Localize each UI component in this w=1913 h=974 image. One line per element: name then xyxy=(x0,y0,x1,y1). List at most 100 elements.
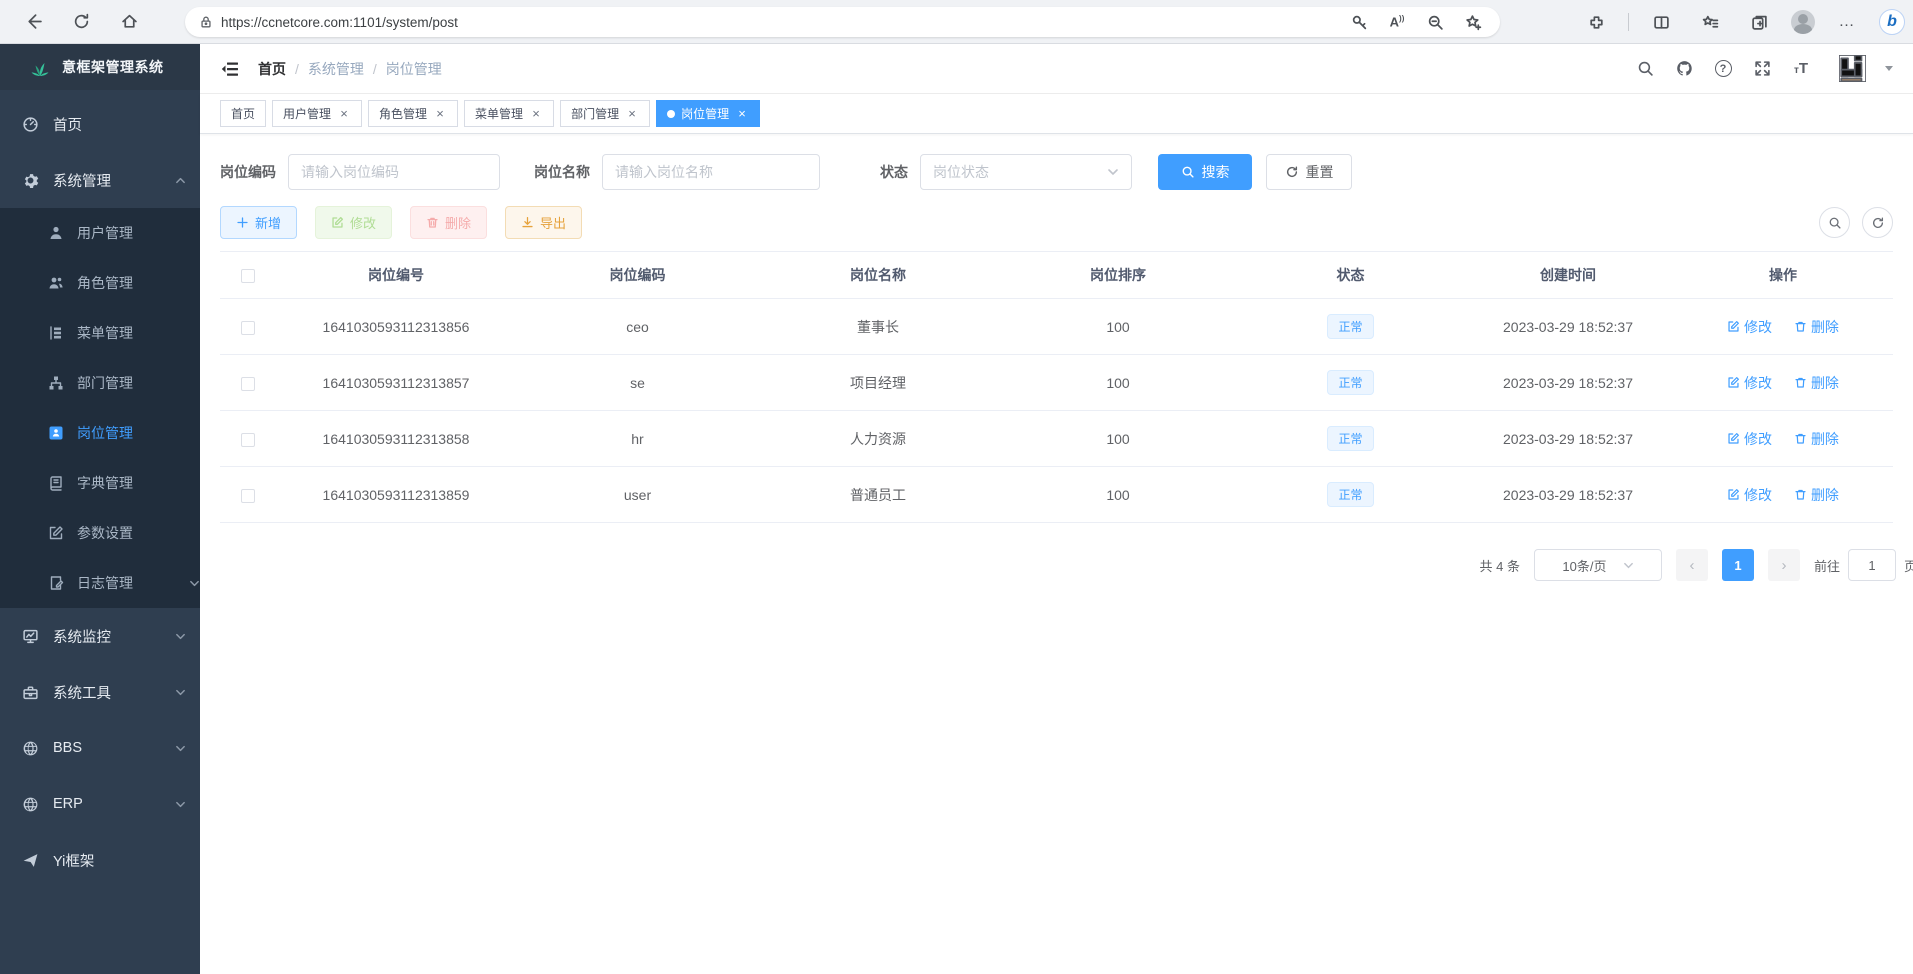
row-checkbox[interactable] xyxy=(241,377,255,391)
add-button[interactable]: 新增 xyxy=(220,206,297,239)
refresh-table-button[interactable] xyxy=(1862,207,1893,238)
font-size-button[interactable]: тT xyxy=(1790,58,1812,80)
row-delete-button[interactable]: 删除 xyxy=(1794,373,1839,393)
post-code-label: 岗位编码 xyxy=(220,162,276,182)
extensions-button[interactable] xyxy=(1579,5,1613,39)
status-badge: 正常 xyxy=(1327,426,1373,451)
cell-post-id: 1641030593112313856 xyxy=(275,299,517,355)
sidebar-item-role-management[interactable]: 角色管理 xyxy=(0,258,200,308)
tag-role-management[interactable]: 角色管理× xyxy=(368,100,458,127)
trash-icon xyxy=(426,216,439,229)
select-all-checkbox[interactable] xyxy=(241,269,255,283)
zoom-out-button[interactable] xyxy=(1424,11,1446,33)
cell-post-code: hr xyxy=(517,411,758,467)
sidebar-item-log-management[interactable]: 日志管理 xyxy=(0,558,200,608)
tag-post-management[interactable]: 岗位管理× xyxy=(656,100,760,127)
fullscreen-button[interactable] xyxy=(1751,58,1773,80)
page-size-select[interactable]: 10条/页 xyxy=(1534,549,1662,581)
edit-square-icon xyxy=(331,216,344,229)
row-edit-button[interactable]: 修改 xyxy=(1727,317,1772,337)
sidebar-collapse-button[interactable] xyxy=(220,59,240,79)
row-checkbox[interactable] xyxy=(241,433,255,447)
tag-home[interactable]: 首页 xyxy=(220,100,266,127)
browser-profile-avatar[interactable] xyxy=(1791,10,1815,34)
password-key-button[interactable] xyxy=(1348,11,1370,33)
row-delete-button[interactable]: 删除 xyxy=(1794,317,1839,337)
question-icon: ? xyxy=(1715,60,1732,77)
sidebar: 意框架管理系统 首页 系统管理 用户管理 xyxy=(0,44,200,974)
status-select[interactable]: 岗位状态 xyxy=(920,154,1132,190)
home-icon xyxy=(121,13,138,30)
toggle-search-button[interactable] xyxy=(1819,207,1850,238)
page-number-1[interactable]: 1 xyxy=(1722,549,1754,581)
tag-menu-management[interactable]: 菜单管理× xyxy=(464,100,554,127)
tag-dept-management[interactable]: 部门管理× xyxy=(560,100,650,127)
reset-button[interactable]: 重置 xyxy=(1266,154,1352,190)
post-name-input[interactable] xyxy=(602,154,820,190)
sidebar-item-menu-management[interactable]: 菜单管理 xyxy=(0,308,200,358)
sidebar-item-bbs[interactable]: BBS xyxy=(0,720,200,776)
sidebar-item-erp[interactable]: ERP xyxy=(0,776,200,832)
page-content: 岗位编码 岗位名称 状态 岗位状态 搜索 xyxy=(200,134,1913,974)
prev-page-button[interactable]: ‹ xyxy=(1676,549,1708,581)
star-plus-icon xyxy=(1465,14,1482,31)
tag-close-icon[interactable]: × xyxy=(735,107,749,121)
tag-user-management[interactable]: 用户管理× xyxy=(272,100,362,127)
fullscreen-icon xyxy=(1754,60,1771,77)
tag-close-icon[interactable]: × xyxy=(337,107,351,121)
breadcrumb-system[interactable]: 系统管理 xyxy=(308,59,364,79)
row-edit-button[interactable]: 修改 xyxy=(1727,429,1772,449)
favorites-button[interactable] xyxy=(1693,5,1727,39)
sidebar-item-user-management[interactable]: 用户管理 xyxy=(0,208,200,258)
tag-close-icon[interactable]: × xyxy=(433,107,447,121)
address-bar[interactable]: https://ccnetcore.com:1101/system/post A… xyxy=(185,7,1500,37)
goto-page-input[interactable] xyxy=(1848,549,1896,581)
row-edit-button[interactable]: 修改 xyxy=(1727,373,1772,393)
sidebar-item-post-management[interactable]: 岗位管理 xyxy=(0,408,200,458)
dictionary-book-icon xyxy=(48,475,64,491)
sidebar-item-dept-management[interactable]: 部门管理 xyxy=(0,358,200,408)
sidebar-item-system-monitor[interactable]: 系统监控 xyxy=(0,608,200,664)
browser-home-button[interactable] xyxy=(112,5,146,39)
sidebar-item-yi-framework[interactable]: Yi框架 xyxy=(0,832,200,888)
url-text[interactable]: https://ccnetcore.com:1101/system/post xyxy=(221,15,1348,30)
breadcrumb-home[interactable]: 首页 xyxy=(258,59,286,79)
cell-post-id: 1641030593112313859 xyxy=(275,467,517,523)
edit-button[interactable]: 修改 xyxy=(315,206,392,239)
post-code-input[interactable] xyxy=(288,154,500,190)
copilot-button[interactable]: b xyxy=(1879,9,1905,35)
cell-created: 2023-03-29 18:52:37 xyxy=(1463,467,1673,523)
sidebar-item-param-settings[interactable]: 参数设置 xyxy=(0,508,200,558)
sidebar-item-dict-management[interactable]: 字典管理 xyxy=(0,458,200,508)
add-favorite-button[interactable] xyxy=(1462,11,1484,33)
browser-back-button[interactable] xyxy=(16,5,50,39)
row-checkbox[interactable] xyxy=(241,489,255,503)
tags-view: 首页 用户管理× 角色管理× 菜单管理× 部门管理× 岗位管理× xyxy=(200,94,1913,134)
sidebar-item-system-management[interactable]: 系统管理 xyxy=(0,152,200,208)
row-checkbox[interactable] xyxy=(241,321,255,335)
github-link-button[interactable] xyxy=(1673,58,1695,80)
tag-close-icon[interactable]: × xyxy=(529,107,543,121)
header-search-button[interactable] xyxy=(1634,58,1656,80)
row-delete-button[interactable]: 删除 xyxy=(1794,429,1839,449)
next-page-button[interactable]: › xyxy=(1768,549,1800,581)
browser-settings-menu[interactable]: … xyxy=(1830,5,1864,39)
sidebar-item-system-tools[interactable]: 系统工具 xyxy=(0,664,200,720)
help-button[interactable]: ? xyxy=(1712,58,1734,80)
sidebar-item-home[interactable]: 首页 xyxy=(0,96,200,152)
collections-button[interactable] xyxy=(1742,5,1776,39)
delete-button[interactable]: 删除 xyxy=(410,206,487,239)
split-screen-button[interactable] xyxy=(1644,5,1678,39)
user-menu-caret-icon[interactable] xyxy=(1885,66,1893,71)
user-avatar-logo[interactable] xyxy=(1839,55,1866,82)
read-aloud-button[interactable]: A)) xyxy=(1386,11,1408,33)
row-edit-button[interactable]: 修改 xyxy=(1727,485,1772,505)
app-logo[interactable]: 意框架管理系统 xyxy=(0,44,200,90)
goto-label: 前往 xyxy=(1814,556,1840,575)
browser-refresh-button[interactable] xyxy=(64,5,98,39)
user-icon xyxy=(48,225,64,241)
tag-close-icon[interactable]: × xyxy=(625,107,639,121)
row-delete-button[interactable]: 删除 xyxy=(1794,485,1839,505)
search-button[interactable]: 搜索 xyxy=(1158,154,1252,190)
export-button[interactable]: 导出 xyxy=(505,206,582,239)
